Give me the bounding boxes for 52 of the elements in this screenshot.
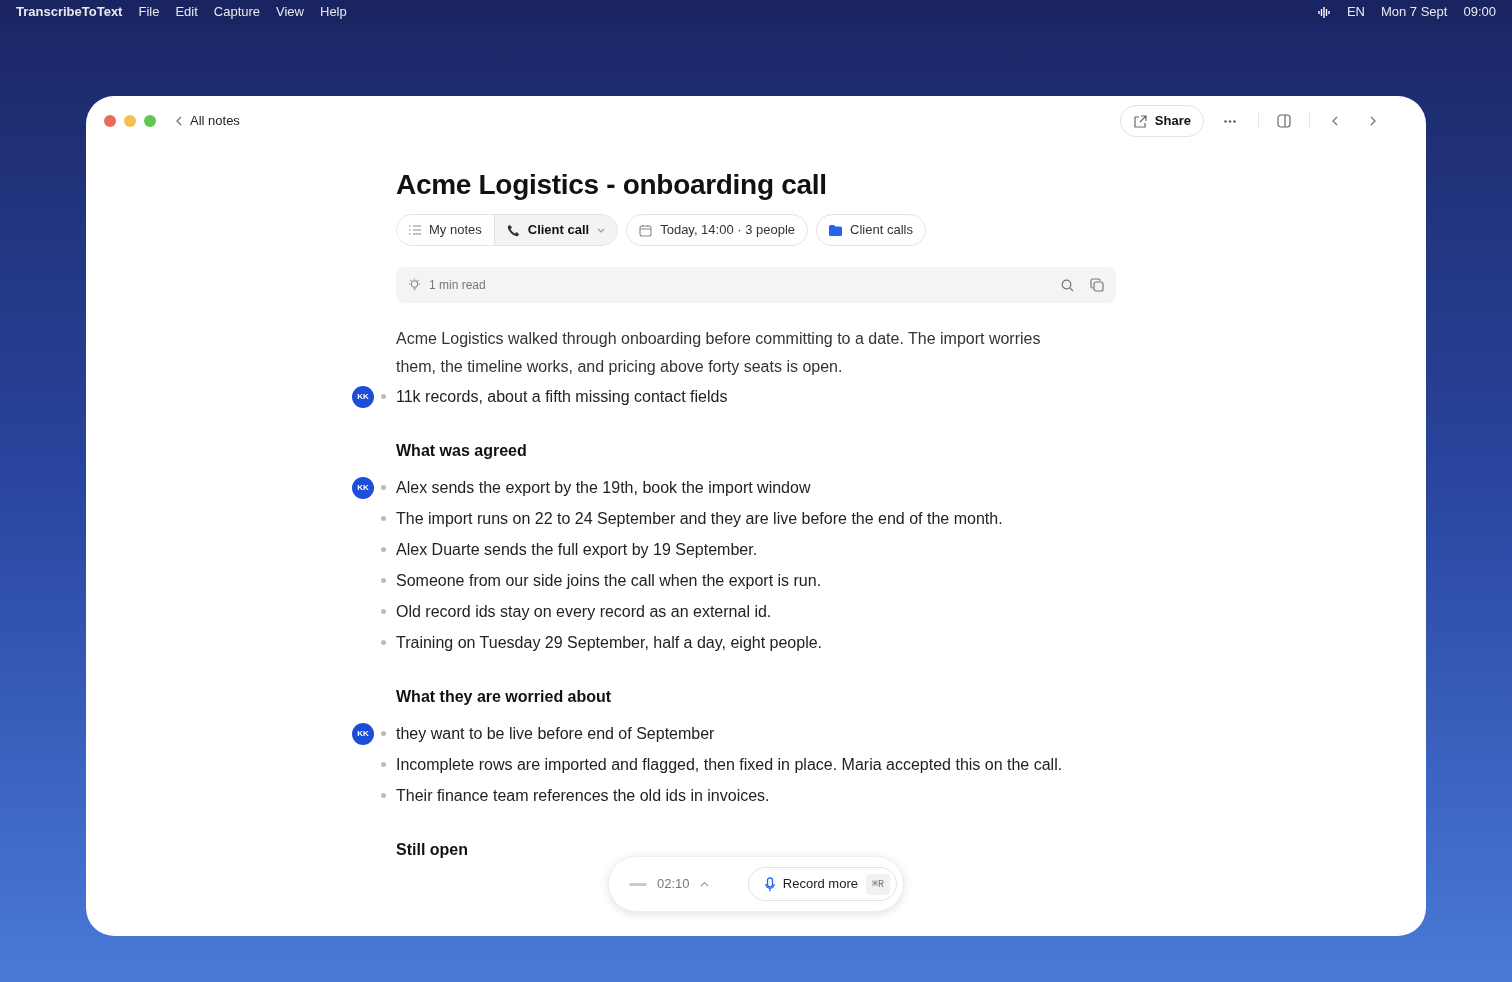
- bullet-text: Someone from our side joins the call when the export is run.: [396, 570, 822, 591]
- sidebar-toggle-icon[interactable]: [1277, 114, 1291, 128]
- shortcut-hint: ⌘R: [865, 873, 890, 895]
- zoom-button[interactable]: [144, 115, 156, 127]
- note-title: Acme Logistics - onboarding call: [396, 168, 828, 202]
- elapsed-time: 02:10: [657, 875, 690, 894]
- bullet-text: 11k records, about a fifth missing contact fields: [396, 386, 728, 407]
- bullet-text: Alex sends the export by the 19th, book the import window: [396, 477, 811, 498]
- copy-icon[interactable]: [1090, 278, 1104, 292]
- menu-item[interactable]: Edit: [175, 2, 198, 22]
- menu-item[interactable]: Capture: [213, 2, 261, 22]
- read-time: 1 min read: [429, 277, 486, 294]
- template-tab[interactable]: Client call: [493, 215, 618, 245]
- summary-paragraph: Acme Logistics walked through onboarding before committing to a date. The import worries them, the timeline works, and pricing above forty seats is open.: [396, 329, 1042, 377]
- chevron-up-icon[interactable]: [699, 881, 709, 887]
- phone-icon: [506, 223, 520, 237]
- chevron-right-icon[interactable]: [1370, 116, 1376, 126]
- audio-waveform-icon[interactable]: [1317, 6, 1331, 18]
- chevron-left-icon[interactable]: [1332, 116, 1338, 126]
- lightbulb-icon: [408, 278, 421, 292]
- calendar-icon: [639, 223, 653, 237]
- list-icon: [409, 225, 421, 235]
- bullet-text: Old record ids stay on every record as an external id.: [396, 601, 772, 622]
- section-heading: What was agreed: [396, 441, 528, 461]
- share-icon: [1132, 114, 1147, 128]
- bullet-text: Alex Duarte sends the full export by 19 September.: [396, 539, 758, 560]
- bullet-text: Training on Tuesday 29 September, half a day, eight people.: [396, 632, 823, 653]
- search-icon[interactable]: [1061, 278, 1074, 292]
- bullet-text: they want to be live before end of September: [396, 723, 715, 744]
- microphone-icon: [764, 876, 775, 892]
- back-link[interactable]: All notes: [176, 111, 240, 131]
- close-button[interactable]: [104, 115, 116, 127]
- menu-item[interactable]: File: [138, 2, 160, 22]
- bullet-text: Incomplete rows are imported and flagged, then fixed in place. Maria accepted this on the call.: [396, 754, 1063, 775]
- more-icon[interactable]: [1224, 119, 1236, 123]
- speaker-avatar[interactable]: KK: [352, 476, 374, 499]
- app-name[interactable]: TranscribeToText: [16, 2, 123, 22]
- caret-icon: [597, 227, 606, 233]
- chevron-left-icon: [176, 116, 182, 126]
- speaker-avatar[interactable]: KK: [352, 385, 374, 408]
- section-heading: Still open: [396, 840, 469, 860]
- speaker-avatar[interactable]: KK: [352, 722, 374, 745]
- menu-bar-time: 09:00: [1463, 3, 1496, 22]
- menu-item[interactable]: Help: [320, 2, 347, 22]
- bullet-text: The import runs on 22 to 24 September and they are live before the end of the month.: [396, 508, 1003, 529]
- folder-icon: [829, 224, 843, 236]
- menu-bar-date: Mon 7 Sept: [1380, 3, 1448, 22]
- waveform-drawing: [629, 882, 647, 886]
- section-heading: What they are worried about: [396, 687, 613, 707]
- language-indicator: EN: [1346, 3, 1365, 22]
- menu-item[interactable]: View: [276, 2, 304, 22]
- bullet-text: Their finance team references the old ids in invoices.: [396, 785, 770, 806]
